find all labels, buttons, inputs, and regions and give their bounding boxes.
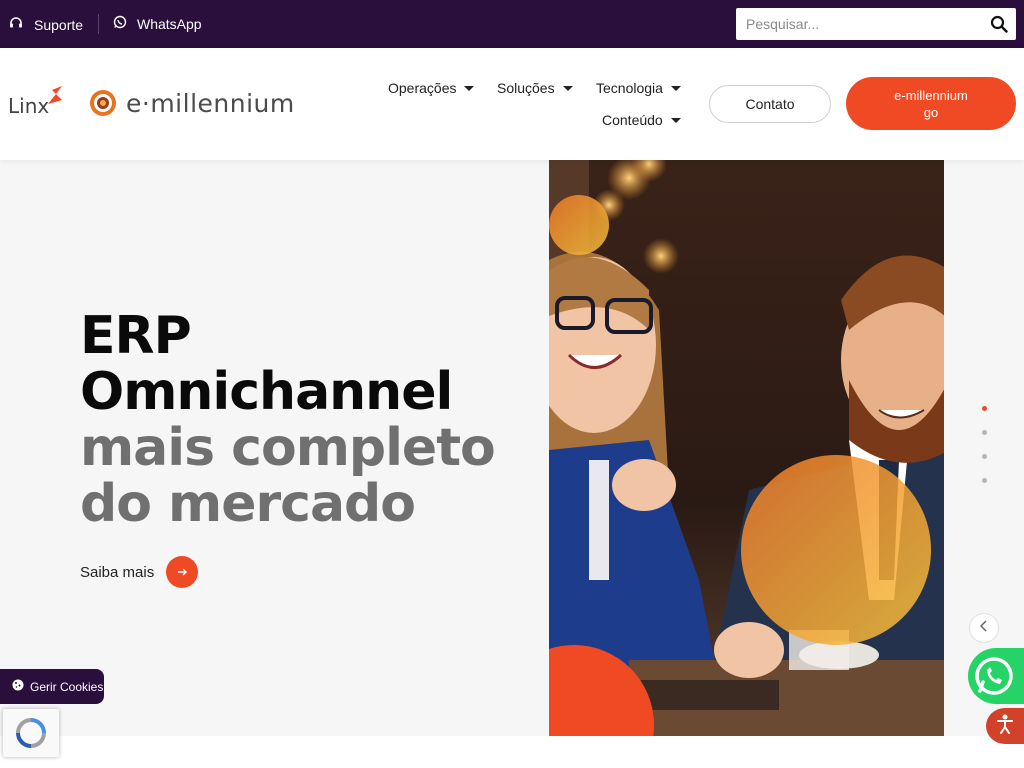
recaptcha-icon [16,718,46,748]
hero-title-line-3: mais completo [80,418,496,478]
hero-photo [549,160,944,736]
slide-dot-4[interactable] [982,478,987,483]
emillennium-go-button[interactable]: e-millennium go [846,77,1016,130]
whatsapp-icon [113,15,127,32]
saiba-mais-label: Saiba mais [80,563,155,581]
nav-label: Soluções [497,80,555,96]
go-button-label: e-millennium go [894,87,968,120]
slide-dot-3[interactable] [982,454,987,459]
caret-down-icon [562,85,573,91]
caret-down-icon [464,85,475,91]
accessibility-icon [994,713,1016,740]
linx-star-icon [48,86,62,104]
top-bar: Suporte WhatsApp [0,0,1024,48]
slide-dot-2[interactable] [982,430,987,435]
hero-title-line-4: do mercado [80,474,416,534]
whatsapp-link[interactable]: WhatsApp [113,15,202,32]
saiba-mais-link[interactable]: Saiba mais [80,556,199,588]
headset-icon [8,15,24,34]
topbar-divider [98,14,99,34]
emillennium-logo[interactable]: e·millennium [88,88,295,118]
nav-label: Conteúdo [602,112,663,128]
nav-operacoes[interactable]: Operações [388,80,475,96]
cookie-icon [12,679,24,694]
chevron-left-icon [979,619,989,637]
contact-button[interactable]: Contato [709,85,831,123]
recaptcha-badge[interactable] [3,709,59,757]
whatsapp-float-button[interactable] [968,648,1024,704]
whatsapp-label: WhatsApp [137,15,202,32]
search-input[interactable] [746,8,976,40]
hero-title-line-2: Omnichannel [80,362,453,422]
nav-conteudo[interactable]: Conteúdo [602,112,681,128]
slider-prev-button[interactable] [969,613,999,643]
hero-title-line-1: ERP [80,306,192,366]
cookies-label: Gerir Cookies [30,679,104,694]
support-label: Suporte [34,16,84,33]
main-header: Linx e·millennium Operações Soluções Tec… [0,48,1024,160]
brand-logo-text: e·millennium [126,88,295,118]
hero-section: ERP Omnichannel mais completo do mercado… [0,160,1024,736]
arrow-right-icon[interactable] [166,556,199,588]
nav-label: Tecnologia [596,80,663,96]
manage-cookies-button[interactable]: Gerir Cookies [0,669,104,704]
accessibility-button[interactable] [986,708,1024,744]
caret-down-icon [670,117,681,123]
nav-tecnologia[interactable]: Tecnologia [596,80,681,96]
search-icon[interactable] [990,15,1008,38]
whatsapp-icon [968,648,1024,704]
slide-dot-1[interactable] [982,406,987,411]
nav-label: Operações [388,80,457,96]
linx-logo[interactable]: Linx [8,84,68,124]
caret-down-icon [670,85,681,91]
nav-solucoes[interactable]: Soluções [497,80,573,96]
support-link[interactable]: Suporte [8,15,83,34]
search-box [736,8,1016,40]
emillennium-emblem-icon [90,90,116,116]
